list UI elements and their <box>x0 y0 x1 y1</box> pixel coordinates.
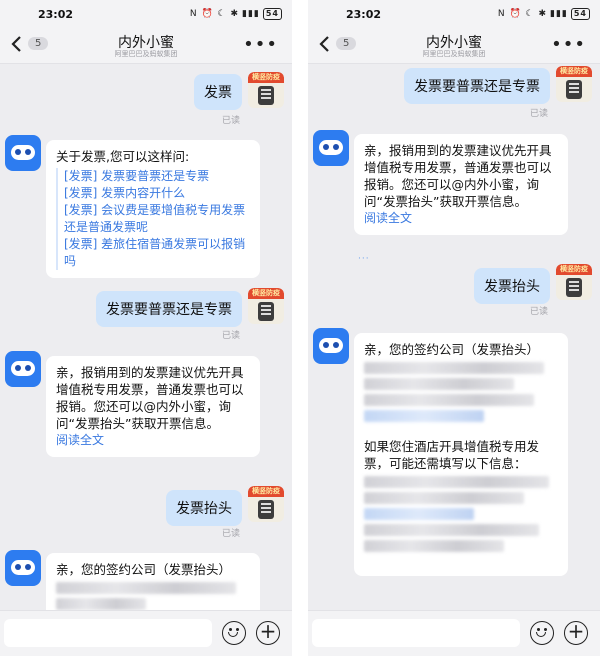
chat-screen-left: 23:02 N ⏰ ☾ ✱ ▮▮▮ 54 5 内外小蜜 阿里巴巴及蚂蚁集团 ••… <box>0 0 292 656</box>
status-bar: 23:02 N ⏰ ☾ ✱ ▮▮▮ 54 <box>308 0 600 28</box>
bot-message-text: 亲，报销用到的发票建议优先开具增值税专用发票，普通发票也可以报销。您还可以@内外… <box>364 143 552 209</box>
read-receipt: 已读 <box>221 116 240 126</box>
avatar-figure-icon <box>258 500 274 519</box>
status-bar: 23:02 N ⏰ ☾ ✱ ▮▮▮ 54 <box>0 0 292 28</box>
message-input[interactable] <box>312 619 520 647</box>
more-options-icon[interactable]: ••• <box>243 34 278 55</box>
status-icons: N ⏰ ☾ ✱ ▮▮▮ 54 <box>498 8 590 20</box>
plus-icon[interactable]: + <box>256 621 280 645</box>
bot-message[interactable]: 关于发票,您可以这样问: [发票] 发票要普票还是专票 [发票] 发票内容开什么… <box>46 140 260 278</box>
avatar-figure-icon <box>258 302 274 321</box>
user-message[interactable]: 发票要普票还是专票 <box>96 291 242 327</box>
battery-icon: 54 <box>262 8 282 20</box>
read-more-link[interactable]: 阅读全文 <box>56 432 250 449</box>
status-time: 23:02 <box>346 8 382 21</box>
bot-face-icon <box>11 560 35 575</box>
user-message[interactable]: 发票 <box>194 74 242 110</box>
redacted-text <box>364 540 504 552</box>
suggestion-item[interactable]: [发票] 差旅住宿普通发票可以报销吗 <box>64 236 250 270</box>
user-avatar[interactable]: 横竖防疫 <box>248 486 284 522</box>
avatar-badge: 横竖防疫 <box>556 264 592 275</box>
avatar-figure-icon <box>566 278 582 297</box>
battery-icon: 54 <box>570 8 590 20</box>
bot-message[interactable]: 亲，报销用到的发票建议优先开具增值税专用发票，普通发票也可以报销。您还可以@内外… <box>46 356 260 457</box>
message-input[interactable] <box>4 619 212 647</box>
avatar-badge: 横竖防疫 <box>248 72 284 83</box>
bot-face-icon <box>11 361 35 376</box>
bot-face-icon <box>11 145 35 160</box>
bot-face-icon <box>319 338 343 353</box>
redacted-text <box>364 524 539 536</box>
suggestion-item[interactable]: [发票] 会议费是要增值税专用发票还是普通发票呢 <box>64 202 250 236</box>
user-message[interactable]: 发票要普票还是专票 <box>404 68 550 104</box>
read-receipt: 已读 <box>221 331 240 341</box>
bot-avatar[interactable] <box>5 351 41 387</box>
chat-screen-right: 23:02 N ⏰ ☾ ✱ ▮▮▮ 54 5 内外小蜜 阿里巴巴及蚂蚁集团 ••… <box>308 0 600 656</box>
avatar-badge: 横竖防疫 <box>248 486 284 497</box>
read-more-link[interactable]: 阅读全文 <box>364 210 558 227</box>
bot-message-text: 亲，报销用到的发票建议优先开具增值税专用发票，普通发票也可以报销。您还可以@内外… <box>56 365 244 431</box>
redacted-text <box>364 394 534 406</box>
typing-indicator: ··· <box>358 254 370 264</box>
bot-face-icon <box>319 140 343 155</box>
redacted-text <box>364 492 524 504</box>
redacted-text <box>364 378 514 390</box>
bot-avatar[interactable] <box>313 328 349 364</box>
redacted-text <box>364 362 544 374</box>
more-options-icon[interactable]: ••• <box>551 34 586 55</box>
suggestion-list: [发票] 发票要普票还是专票 [发票] 发票内容开什么 [发票] 会议费是要增值… <box>56 168 250 270</box>
suggestion-item[interactable]: [发票] 发票要普票还是专票 <box>64 168 250 185</box>
suggestion-item[interactable]: [发票] 发票内容开什么 <box>64 185 250 202</box>
bot-avatar[interactable] <box>313 130 349 166</box>
hotel-invoice-text: 如果您住酒店开具增值税专用发票，可能还需填写以下信息： <box>364 439 540 471</box>
user-avatar[interactable]: 横竖防疫 <box>248 288 284 324</box>
redacted-link <box>364 508 474 520</box>
user-avatar[interactable]: 横竖防疫 <box>556 66 592 102</box>
user-avatar[interactable]: 横竖防疫 <box>556 264 592 300</box>
avatar-badge: 横竖防疫 <box>556 66 592 77</box>
input-bar: + <box>308 610 600 656</box>
redacted-link <box>364 410 484 422</box>
bot-message[interactable]: 亲，报销用到的发票建议优先开具增值税专用发票，普通发票也可以报销。您还可以@内外… <box>354 134 568 235</box>
emoji-icon[interactable] <box>530 621 554 645</box>
redacted-text <box>364 476 549 488</box>
plus-icon[interactable]: + <box>564 621 588 645</box>
signal-icon: ▮▮▮ <box>550 9 568 19</box>
user-message[interactable]: 发票抬头 <box>474 268 550 304</box>
chat-header: 5 内外小蜜 阿里巴巴及蚂蚁集团 ••• <box>0 28 292 64</box>
signal-icon: ▮▮▮ <box>242 9 260 19</box>
read-receipt: 已读 <box>221 529 240 539</box>
chat-header: 5 内外小蜜 阿里巴巴及蚂蚁集团 ••• <box>308 28 600 64</box>
bot-intro-text: 关于发票,您可以这样问: <box>56 149 190 164</box>
redacted-text <box>56 582 236 594</box>
bot-avatar[interactable] <box>5 550 41 586</box>
avatar-figure-icon <box>258 86 274 105</box>
status-time: 23:02 <box>38 8 74 21</box>
bot-message-text: 亲，您的签约公司（发票抬头） <box>56 562 232 577</box>
emoji-icon[interactable] <box>222 621 246 645</box>
bot-avatar[interactable] <box>5 135 41 171</box>
avatar-badge: 横竖防疫 <box>248 288 284 299</box>
redacted-text <box>56 598 146 610</box>
bot-message[interactable]: 亲，您的签约公司（发票抬头） 如果您住酒店开具增值税专用发票，可能还需填写以下信… <box>354 333 568 576</box>
read-receipt: 已读 <box>529 307 548 317</box>
status-icons: N ⏰ ☾ ✱ ▮▮▮ 54 <box>190 8 282 20</box>
input-bar: + <box>0 610 292 656</box>
user-message[interactable]: 发票抬头 <box>166 490 242 526</box>
bot-message-text: 亲，您的签约公司（发票抬头） <box>364 342 540 357</box>
user-avatar[interactable]: 横竖防疫 <box>248 72 284 108</box>
read-receipt: 已读 <box>529 109 548 119</box>
avatar-figure-icon <box>566 80 582 99</box>
